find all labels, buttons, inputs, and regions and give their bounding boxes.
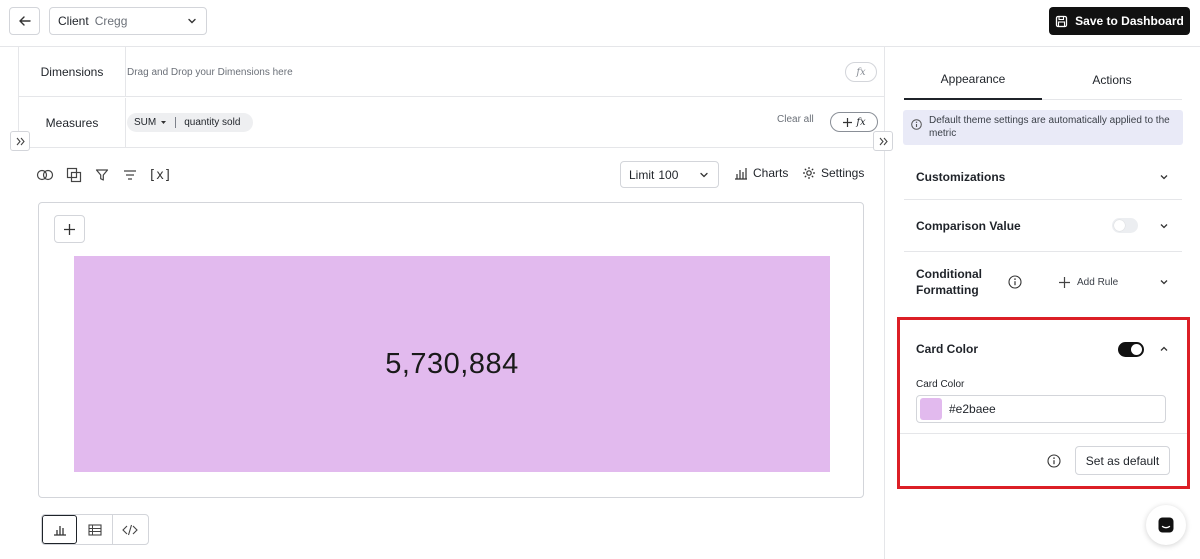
variable-icon[interactable]: [x] — [148, 165, 172, 185]
expand-panel-button[interactable] — [873, 131, 893, 151]
code-icon — [122, 524, 139, 536]
comparison-toggle[interactable] — [1112, 218, 1138, 233]
pill-separator — [175, 117, 177, 128]
sort-icon[interactable] — [120, 165, 140, 185]
add-rule-label: Add Rule — [1077, 276, 1119, 288]
settings-label: Settings — [821, 166, 865, 180]
set-as-default-button[interactable]: Set as default — [1075, 446, 1170, 475]
card-color-section[interactable]: Card Color — [904, 334, 1182, 364]
card-color-value: #e2baee — [949, 402, 996, 416]
expand-left-button[interactable] — [10, 131, 30, 151]
conditional-formatting-title: Conditional Formatting — [916, 267, 982, 297]
tab-actions[interactable]: Actions — [1042, 60, 1182, 100]
formula-icon: fx — [856, 66, 866, 78]
save-to-dashboard-button[interactable]: Save to Dashboard — [1049, 7, 1190, 35]
comparison-value-section[interactable]: Comparison Value — [904, 200, 1182, 252]
plus-icon — [842, 117, 853, 128]
card-color-divider — [900, 433, 1187, 434]
add-element-button[interactable] — [54, 215, 85, 243]
customizations-section[interactable]: Customizations — [904, 155, 1182, 200]
chevron-down-icon — [1158, 220, 1170, 232]
charts-button[interactable]: Charts — [734, 166, 788, 180]
dimensions-label: Dimensions — [19, 47, 126, 97]
aggregation-label[interactable]: SUM — [134, 117, 156, 128]
union-icon[interactable] — [64, 165, 84, 185]
customizations-title: Customizations — [916, 170, 1006, 184]
theme-info-banner: Default theme settings are automatically… — [903, 110, 1183, 145]
chevron-down-icon — [698, 169, 710, 181]
chat-icon — [1157, 516, 1175, 534]
arrow-left-icon — [18, 14, 32, 28]
measure-pill[interactable]: SUM quantity sold — [127, 113, 253, 132]
client-value: Cregg — [94, 14, 128, 28]
save-icon — [1055, 15, 1068, 28]
double-chevron-right-icon — [15, 136, 26, 147]
formula-icon: fx — [856, 116, 866, 128]
card-color-field-label: Card Color — [916, 379, 965, 390]
chat-launcher-button[interactable] — [1146, 505, 1186, 545]
gear-icon — [802, 166, 816, 180]
charts-label: Charts — [753, 166, 789, 180]
dimension-formula-button[interactable]: fx — [845, 62, 877, 82]
filter-icon[interactable] — [92, 165, 112, 185]
info-icon[interactable] — [1008, 275, 1022, 289]
chevron-down-icon — [1158, 276, 1170, 288]
save-label: Save to Dashboard — [1075, 14, 1184, 28]
clear-all-link[interactable]: Clear all — [777, 114, 814, 125]
add-rule-button[interactable]: Add Rule — [1058, 276, 1158, 289]
table-view-button[interactable] — [77, 515, 113, 544]
measures-label: Measures — [19, 98, 126, 147]
back-button[interactable] — [9, 7, 40, 35]
caret-down-icon — [160, 119, 167, 126]
client-select[interactable]: Client Cregg — [49, 7, 207, 35]
plus-icon — [63, 223, 76, 236]
panel-divider — [884, 47, 885, 559]
info-icon — [911, 119, 922, 130]
code-view-button[interactable] — [113, 515, 148, 544]
measure-field-label: quantity sold — [184, 117, 241, 128]
bar-chart-icon — [734, 167, 748, 180]
info-text: Default theme settings are automatically… — [929, 115, 1170, 139]
client-label: Client — [58, 14, 89, 28]
view-toggle-group — [41, 514, 149, 545]
card-color-input[interactable]: #e2baee — [916, 395, 1166, 423]
chevron-down-icon — [186, 15, 198, 27]
bar-chart-icon — [53, 523, 67, 536]
dimensions-dropzone[interactable]: Drag and Drop your Dimensions here — [127, 47, 293, 97]
measures-row: Measures SUM quantity sold Clear all fx — [19, 98, 884, 148]
double-chevron-right-icon — [878, 136, 889, 147]
add-measure-formula-button[interactable]: fx — [830, 112, 878, 132]
join-icon[interactable] — [35, 165, 55, 185]
metric-value: 5,730,884 — [385, 347, 519, 380]
metric-card: 5,730,884 — [74, 256, 830, 472]
chevron-down-icon — [1158, 171, 1170, 183]
card-color-toggle[interactable] — [1118, 341, 1144, 357]
tab-appearance[interactable]: Appearance — [904, 60, 1042, 100]
plus-icon — [1058, 276, 1071, 289]
dimensions-row: Dimensions Drag and Drop your Dimensions… — [19, 47, 884, 97]
conditional-formatting-section[interactable]: Conditional Formatting Add Rule — [904, 252, 1182, 312]
chart-view-button[interactable] — [42, 515, 78, 544]
color-swatch[interactable] — [920, 398, 942, 420]
info-icon[interactable] — [1047, 454, 1061, 468]
table-icon — [87, 523, 102, 536]
limit-label: Limit — [629, 167, 655, 182]
comparison-value-title: Comparison Value — [916, 218, 1021, 233]
card-color-title: Card Color — [916, 342, 979, 356]
limit-select[interactable]: Limit 100 — [620, 161, 719, 188]
limit-value: 100 — [658, 167, 679, 182]
chevron-up-icon — [1158, 343, 1170, 355]
visualization-canvas: 5,730,884 — [38, 202, 864, 498]
settings-button[interactable]: Settings — [802, 166, 864, 180]
